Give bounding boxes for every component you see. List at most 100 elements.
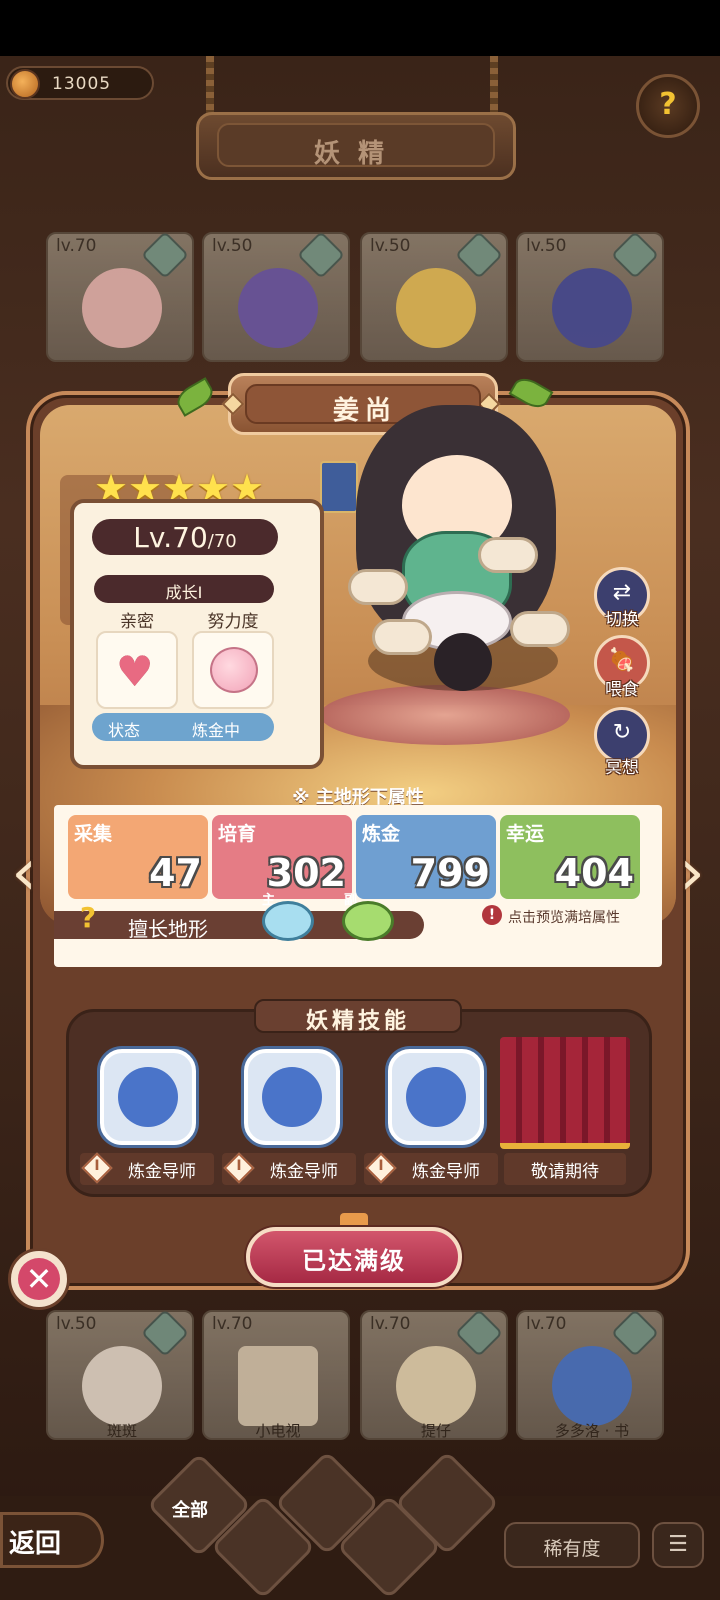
skill-slot-1[interactable] [100, 1049, 196, 1145]
card-name: 斑斑 [106, 1422, 137, 1440]
effort-card[interactable] [192, 631, 274, 709]
filter-all-label: 全部 [172, 1500, 208, 1521]
skill-rank: I [94, 1158, 100, 1174]
card-name: 小电视 [255, 1422, 301, 1440]
alchemy-pot-icon [262, 1067, 322, 1127]
skills-title-plate: 妖精技能 [254, 999, 462, 1034]
currency-value: 13005 [52, 74, 112, 94]
attributes-panel[interactable]: 采集 47 培育 302 炼金 799 幸运 404 擅长地形 ? 主 副 ! … [54, 805, 662, 967]
switch-label: 切换 [605, 610, 639, 630]
currency-display[interactable]: 13005 [6, 66, 154, 100]
sprout-terrain-icon [342, 901, 394, 941]
help-button[interactable]: ? [636, 74, 700, 138]
card-level: lv.50 [56, 1314, 97, 1334]
attr-value: 404 [554, 851, 634, 895]
close-button[interactable]: ✕ [8, 1248, 70, 1310]
card-name: 提仔 [420, 1422, 451, 1440]
level-bar: Lv.70/70 [92, 519, 278, 555]
attr-value: 799 [410, 851, 490, 895]
growth-bar: 成长I [94, 575, 274, 603]
card-level: lv.70 [370, 1314, 411, 1334]
skills-title: 妖精技能 [305, 1009, 410, 1034]
terrain-gem-icon [140, 1308, 190, 1358]
hanging-rope [206, 56, 214, 116]
fairy-card[interactable]: lv.50 [360, 230, 508, 362]
growth-label: 成长I [165, 583, 203, 602]
skill-rank: I [378, 1158, 384, 1174]
intimacy-card[interactable]: ♥ [96, 631, 178, 709]
fairy-portrait [396, 268, 476, 348]
skill-label-plate: I 炼金导师 [80, 1152, 214, 1185]
fairy-info-card: Lv.70/70 成长I 亲密 努力度 ♥ 状态 炼金中 [70, 499, 324, 769]
attr-name: 幸运 [506, 823, 545, 845]
fairy-card[interactable]: lv.70 多多洛 · 书 [516, 1308, 664, 1440]
level-value: Lv.70 [133, 521, 208, 554]
card-level: lv.70 [56, 236, 97, 256]
card-level: lv.50 [370, 236, 411, 256]
status-value: 炼金中 [192, 721, 241, 740]
rug [320, 685, 570, 745]
meditate-label: 冥想 [605, 758, 639, 778]
attr-name: 培育 [218, 823, 257, 845]
terrain-gem-icon [454, 1308, 504, 1358]
card-level: lv.70 [526, 1314, 567, 1334]
fairy-scene: 13005 ? 妖精 lv.70 lv.50 lv.50 lv.50 ★★★★ … [0, 56, 720, 1600]
meditate-icon: ↻ [612, 720, 632, 745]
prev-fairy-arrow[interactable]: ‹ [2, 833, 46, 913]
switch-icon: ⇄ [612, 580, 632, 605]
skill-slot-2[interactable] [244, 1049, 340, 1145]
card-name: 多多洛 · 书 [554, 1422, 630, 1440]
heart-icon: ♥ [116, 647, 154, 696]
hanging-rope [490, 56, 498, 116]
fairy-card[interactable]: lv.50 [516, 230, 664, 362]
system-status-bar [0, 0, 720, 56]
page-title: 妖精 [313, 139, 402, 169]
intimacy-label: 亲密 [120, 612, 154, 632]
attr-nurture-tile: 培育 302 [212, 815, 352, 899]
cloud-decoration [478, 537, 538, 573]
locked-skill-label: 敬请期待 [531, 1162, 599, 1182]
terrain-gem-icon [296, 230, 346, 280]
skill-label-plate: I 炼金导师 [222, 1152, 356, 1185]
warning-icon: ! [482, 905, 502, 925]
rarity-sort-button[interactable]: 稀有度 [504, 1522, 640, 1568]
water-terrain-icon [262, 901, 314, 941]
sort-order-button[interactable]: ☰ [652, 1522, 704, 1568]
fairy-portrait [396, 1346, 476, 1426]
fairy-card[interactable]: lv.50 [202, 230, 350, 362]
attr-gather-tile: 采集 47 [68, 815, 208, 899]
fairy-portrait [82, 1346, 162, 1426]
fairy-portrait [238, 1346, 318, 1426]
feed-label: 喂食 [605, 680, 639, 700]
attr-alchemy-tile: 炼金 799 [356, 815, 496, 899]
skill-rank: I [236, 1158, 242, 1174]
level-max: /70 [207, 531, 237, 552]
skill-slot-3[interactable] [388, 1049, 484, 1145]
fairy-portrait [238, 268, 318, 348]
skill-name: 炼金导师 [270, 1162, 338, 1182]
skill-label-plate: I 炼金导师 [364, 1152, 498, 1185]
question-icon: ? [659, 87, 677, 122]
fairy-detail-panel: 姜尚 ★ ★ ★ ★ ★ Lv.70/70 成长I 亲密 努力度 ♥ 状态 炼金… [11, 361, 705, 1290]
effort-face-icon [210, 647, 258, 693]
fairy-card[interactable]: lv.70 小电视 [202, 1310, 350, 1440]
fairy-card[interactable]: lv.70 提仔 [360, 1308, 508, 1440]
question-sprout-icon[interactable]: ? [66, 901, 110, 941]
sort-list-icon: ☰ [668, 1532, 688, 1557]
rarity-label: 稀有度 [543, 1538, 601, 1560]
max-level-button[interactable]: 已达满级 [246, 1227, 462, 1287]
max-level-label: 已达满级 [302, 1247, 406, 1275]
back-button[interactable]: 返回 [0, 1512, 104, 1568]
fairy-portrait [552, 268, 632, 348]
attr-name: 炼金 [362, 823, 401, 845]
preview-hint[interactable]: 点击预览满培属性 [508, 907, 620, 927]
page-title-plate: 妖精 [196, 112, 516, 180]
attr-name: 采集 [74, 823, 113, 845]
fairy-card[interactable]: lv.70 [46, 230, 194, 362]
cloud-decoration [372, 619, 432, 655]
skill-name: 炼金导师 [128, 1162, 196, 1182]
next-fairy-arrow[interactable]: › [670, 833, 714, 913]
card-level: lv.50 [526, 236, 567, 256]
fairy-card[interactable]: lv.50 斑斑 [46, 1308, 194, 1440]
attr-value: 47 [149, 851, 202, 895]
